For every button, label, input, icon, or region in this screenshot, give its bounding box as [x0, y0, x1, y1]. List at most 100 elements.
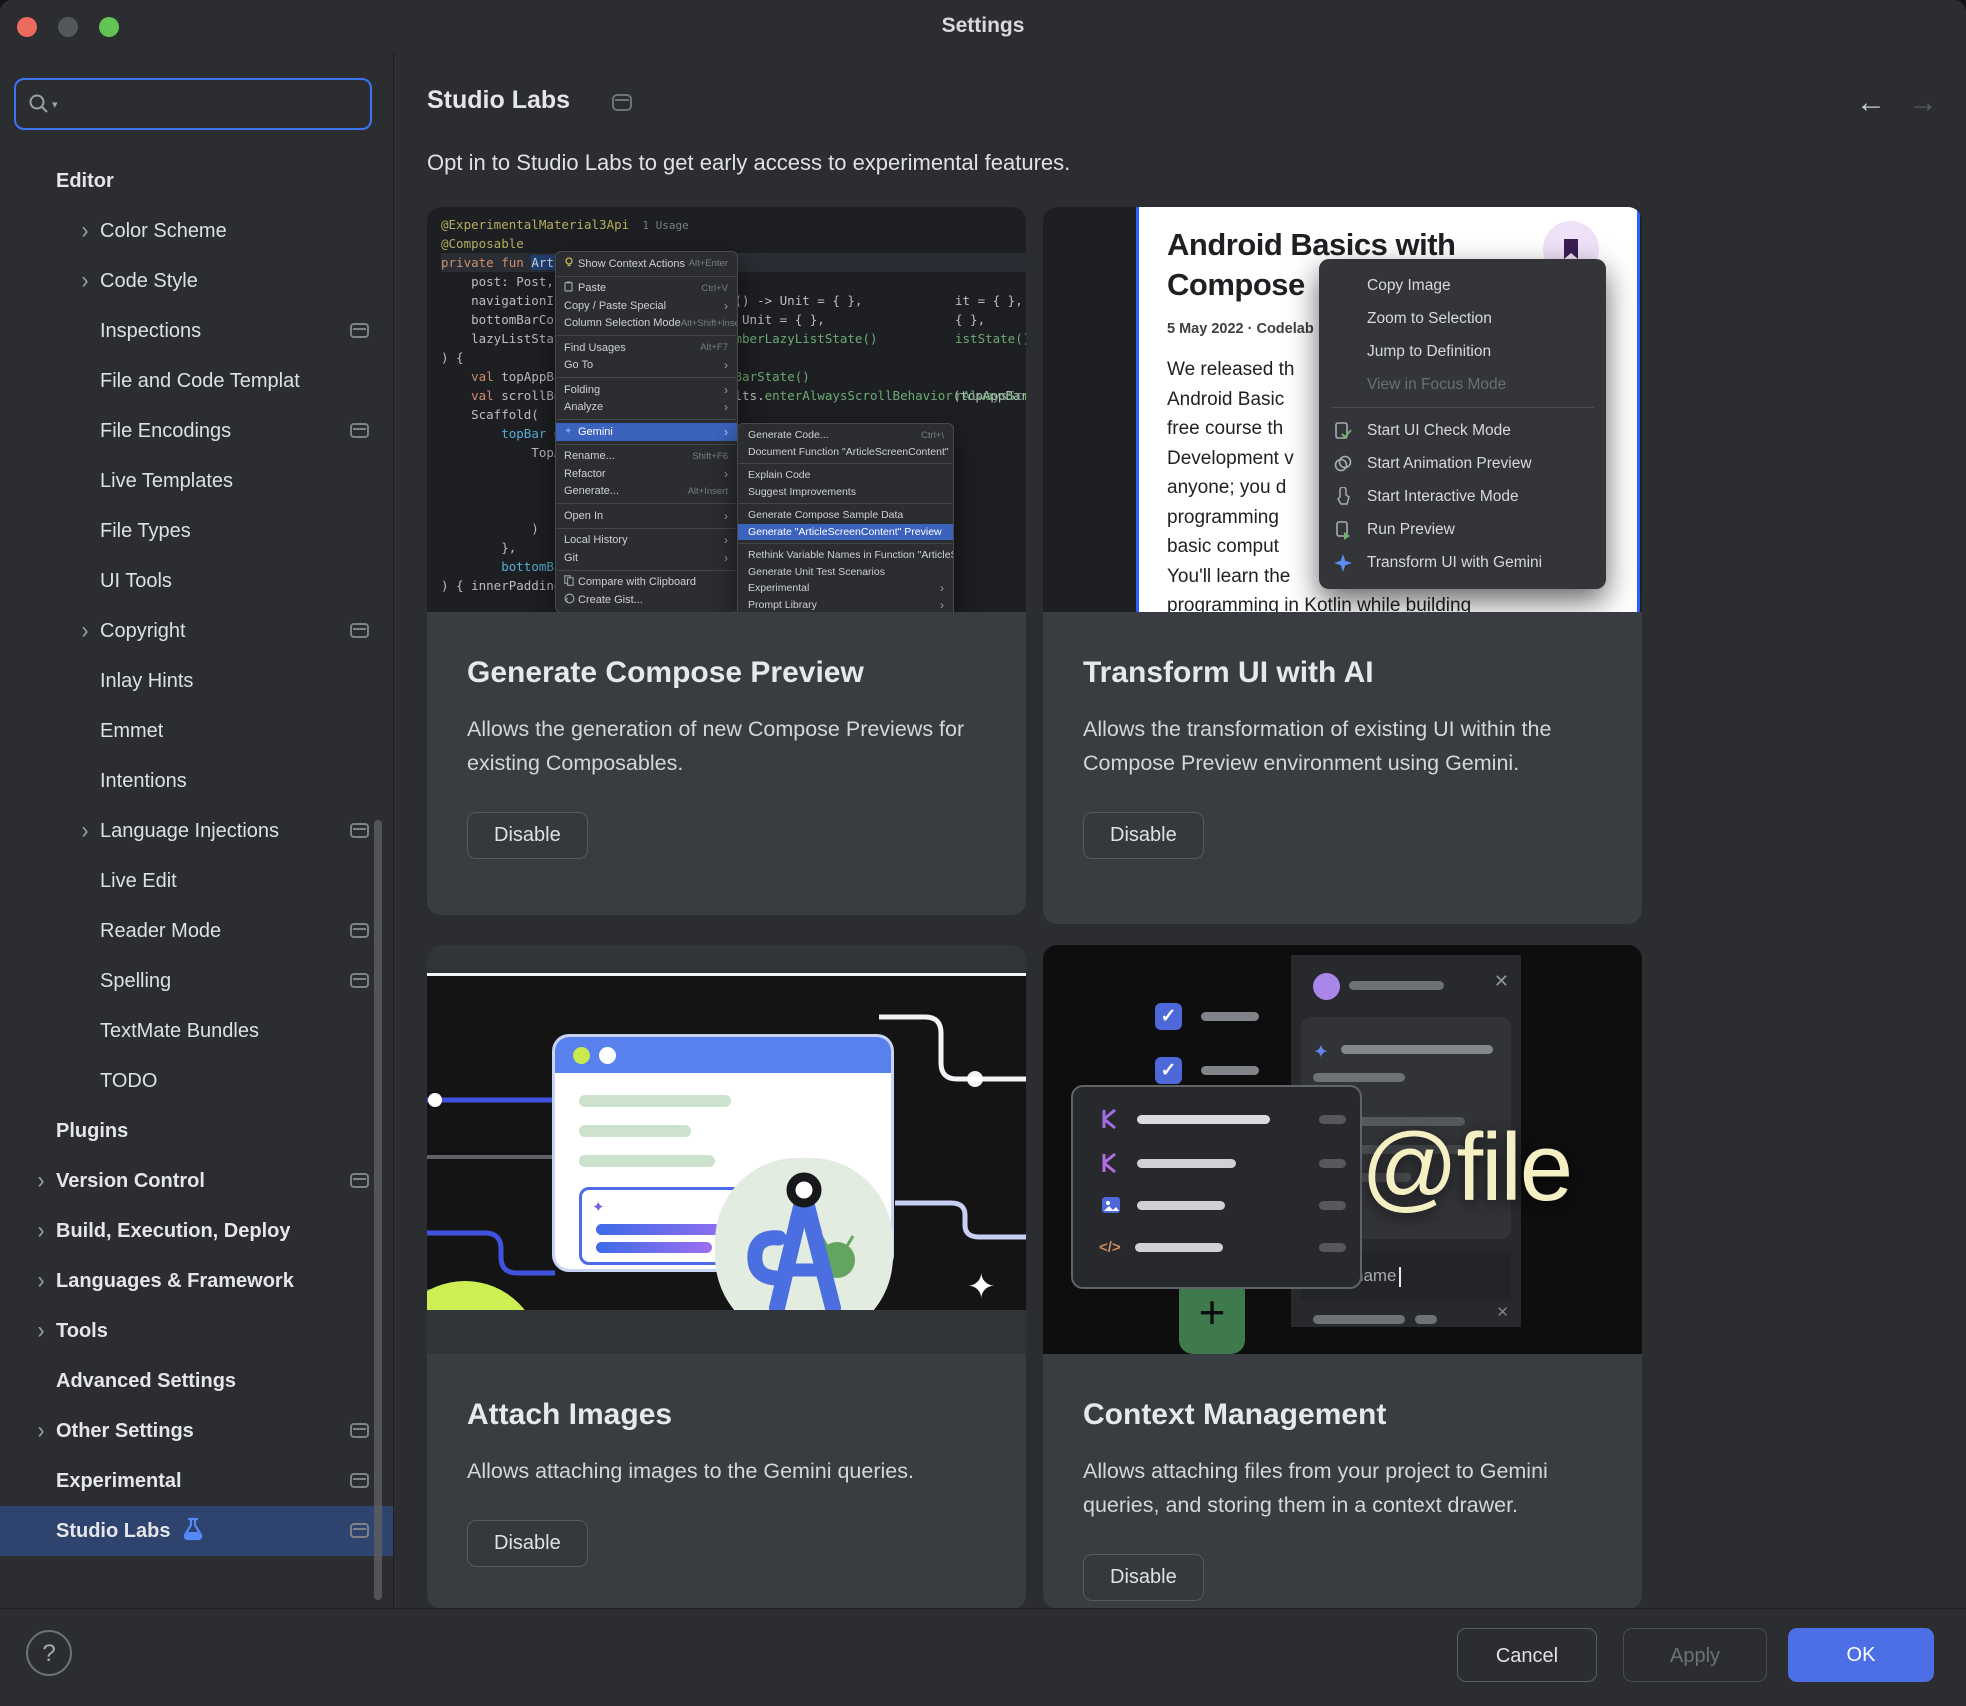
interactive-icon [1333, 487, 1367, 507]
window-indicator-icon [350, 1523, 369, 1538]
menu-item-label: Refactor [564, 468, 606, 480]
menu-item-label: Analyze [564, 401, 603, 413]
sidebar-item-file-and-code-templat[interactable]: ›File and Code Templat [0, 356, 393, 406]
menu-item-label: Prompt Library [748, 599, 817, 611]
code-line: @Composable [441, 234, 1026, 253]
menu-separator [557, 276, 736, 277]
sidebar-item-build-execution-deploy[interactable]: ›Build, Execution, Deploy [0, 1206, 393, 1256]
window-indicator-icon [612, 94, 632, 111]
menu-item-paste: PasteCtrl+V [556, 280, 737, 298]
sidebar-item-textmate-bundles[interactable]: ›TextMate Bundles [0, 1006, 393, 1056]
sidebar-item-advanced-settings[interactable]: ›Advanced Settings [0, 1356, 393, 1406]
editor-context-menu: Show Context ActionsAlt+EnterPasteCtrl+V… [555, 251, 738, 612]
card-generate-compose-preview: @ExperimentalMaterial3Api 1 Usage@Compos… [427, 207, 1026, 915]
menu-item-label: Start Animation Preview [1367, 455, 1532, 473]
sidebar-item-label: Studio Labs [56, 1520, 170, 1543]
ok-button[interactable]: OK [1788, 1628, 1934, 1682]
menu-item-label: Transform UI with Gemini [1367, 554, 1542, 572]
gemini-star-icon [1333, 553, 1367, 573]
sidebar-item-tools[interactable]: ›Tools [0, 1306, 393, 1356]
sidebar-item-file-encodings[interactable]: ›File Encodings [0, 406, 393, 456]
sidebar-item-spelling[interactable]: ›Spelling [0, 956, 393, 1006]
sidebar-item-live-edit[interactable]: ›Live Edit [0, 856, 393, 906]
menu-item-generate-code: Generate Code...Ctrl+\ [738, 427, 953, 444]
menu-item-zoom-to-selection: Zoom to Selection [1319, 302, 1606, 335]
card-context-management: ✓ ✓ + ✕ ✦ @filename ✕ [1043, 945, 1642, 1609]
menu-item-open-in: Open In› [556, 507, 737, 525]
search-input[interactable] [66, 92, 358, 116]
chevron-icon: › [70, 217, 100, 245]
help-button[interactable]: ? [26, 1630, 72, 1676]
sidebar-item-editor[interactable]: ›Editor [0, 156, 393, 206]
window-indicator-icon [350, 623, 369, 638]
menu-item-rename: Rename...Shift+F6 [556, 448, 737, 466]
cancel-button[interactable]: Cancel [1457, 1628, 1597, 1682]
illustration-divider-line [427, 973, 1026, 976]
submenu-arrow-icon: › [724, 425, 728, 439]
menu-item-label: Column Selection Mode [564, 317, 681, 329]
submenu-arrow-icon: › [724, 383, 728, 397]
menu-shortcut: Ctrl+\ [921, 430, 944, 441]
bookmark-icon [1563, 238, 1579, 260]
menu-item-label: Local History [564, 534, 628, 546]
sidebar-item-label: Inspections [100, 320, 201, 343]
menu-separator [557, 528, 736, 529]
sidebar-item-inlay-hints[interactable]: ›Inlay Hints [0, 656, 393, 706]
sidebar-item-plugins[interactable]: ›Plugins [0, 1106, 393, 1156]
avatar [1313, 973, 1340, 1000]
sidebar-item-languages-framework[interactable]: ›Languages & Framework [0, 1256, 393, 1306]
sidebar-item-experimental[interactable]: ›Experimental [0, 1456, 393, 1506]
menu-shortcut: Shift+F6 [692, 451, 728, 462]
sidebar-item-file-types[interactable]: ›File Types [0, 506, 393, 556]
sidebar-item-version-control[interactable]: ›Version Control [0, 1156, 393, 1206]
menu-item-label: Copy Image [1367, 277, 1451, 295]
settings-tree: ›Editor›Color Scheme›Code Style›Inspecti… [0, 156, 393, 1556]
disable-button[interactable]: Disable [1083, 812, 1204, 859]
code-line: @ExperimentalMaterial3Api 1 Usage [441, 215, 1026, 234]
menu-item-start-animation-preview: Start Animation Preview [1319, 447, 1606, 480]
sidebar-item-color-scheme[interactable]: ›Color Scheme [0, 206, 393, 256]
paste-icon [564, 281, 578, 295]
sidebar-item-other-settings[interactable]: ›Other Settings [0, 1406, 393, 1456]
sidebar-item-intentions[interactable]: ›Intentions [0, 756, 393, 806]
sidebar-item-live-templates[interactable]: ›Live Templates [0, 456, 393, 506]
disable-button[interactable]: Disable [467, 812, 588, 859]
sidebar-item-studio-labs[interactable]: ›Studio Labs [0, 1506, 393, 1556]
menu-item-jump-to-definition: Jump to Definition [1319, 335, 1606, 368]
window-indicator-icon [350, 973, 369, 988]
card-title: Transform UI with AI [1083, 656, 1602, 690]
back-arrow-icon[interactable]: ← [1856, 88, 1886, 118]
search-filter-caret-icon: ▾ [52, 98, 58, 111]
attach-images-illustration: ✦ ✦ [427, 945, 1026, 1354]
at-file-tag: @file [1361, 1113, 1571, 1223]
card-description: Allows the transformation of existing UI… [1083, 712, 1602, 780]
apply-button[interactable]: Apply [1623, 1628, 1767, 1682]
menu-shortcut: Alt+Insert [688, 486, 728, 497]
menu-item-label: Gemini [578, 426, 613, 438]
window-indicator-icon [350, 823, 369, 838]
disable-button[interactable]: Disable [467, 1520, 588, 1567]
sidebar-item-code-style[interactable]: ›Code Style [0, 256, 393, 306]
window-dot-white [599, 1047, 616, 1064]
animation-icon [1333, 454, 1367, 474]
sidebar-item-language-injections[interactable]: ›Language Injections [0, 806, 393, 856]
menu-separator [557, 503, 736, 504]
sidebar-item-reader-mode[interactable]: ›Reader Mode [0, 906, 393, 956]
sidebar-item-emmet[interactable]: ›Emmet [0, 706, 393, 756]
sidebar-item-todo[interactable]: ›TODO [0, 1056, 393, 1106]
sidebar-item-copyright[interactable]: ›Copyright [0, 606, 393, 656]
sidebar-item-label: Version Control [56, 1170, 205, 1193]
compare-icon [564, 575, 578, 589]
chevron-icon: › [26, 1317, 56, 1345]
menu-item-find-usages: Find UsagesAlt+F7 [556, 339, 737, 357]
sidebar-scrollbar[interactable] [374, 820, 382, 1600]
sidebar-item-ui-tools[interactable]: ›UI Tools [0, 556, 393, 606]
disable-button[interactable]: Disable [1083, 1554, 1204, 1601]
menu-item-column-selection-mode: Column Selection ModeAlt+Shift+Insert [556, 315, 737, 333]
sidebar-item-inspections[interactable]: ›Inspections [0, 306, 393, 356]
sidebar-item-label: Experimental [56, 1470, 182, 1493]
menu-item-compare-with-clipboard: Compare with Clipboard [556, 574, 737, 592]
chevron-icon: › [26, 1417, 56, 1445]
settings-search-box[interactable]: ▾ [14, 78, 372, 130]
menu-item-label: Open In [564, 510, 603, 522]
